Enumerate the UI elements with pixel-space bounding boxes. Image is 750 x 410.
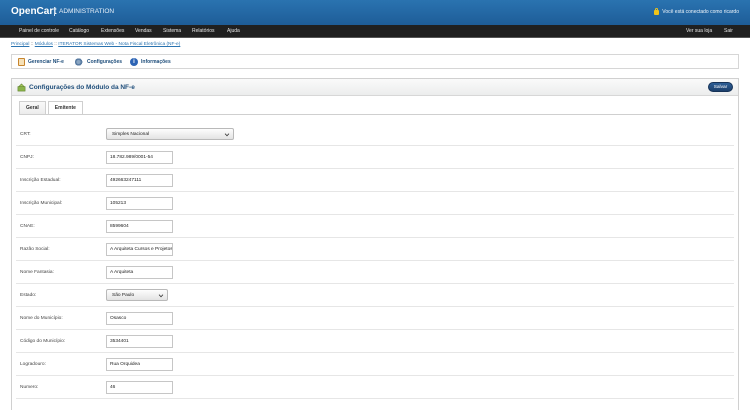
- info-icon: i: [130, 58, 138, 66]
- breadcrumb: Principal :: Módulos :: ITERATOR Sistema…: [11, 42, 181, 47]
- breadcrumb-current[interactable]: ITERATOR Sistemas Web - Nota Fiscal Elet…: [58, 42, 180, 47]
- gear-icon: [75, 58, 84, 66]
- form-row-cnpj: CNPJ: 18.782.989/0001-54: [16, 146, 734, 169]
- settings-label: Configurações: [87, 59, 123, 65]
- number-label: Numero:: [20, 385, 39, 390]
- menu-item-dashboard[interactable]: Painel de controle: [19, 28, 59, 34]
- logged-in-text: Você está conectado como ricardo: [662, 9, 739, 15]
- street-input[interactable]: Rua Orquidea: [106, 358, 173, 371]
- save-button[interactable]: Salvar: [708, 82, 733, 92]
- state-select[interactable]: São Paulo: [106, 289, 168, 301]
- cnae-input[interactable]: 8599604: [106, 220, 173, 233]
- trade-name-input[interactable]: A Arquiteta: [106, 266, 173, 279]
- brand-subtitle: ADMINISTRATION: [59, 8, 115, 15]
- municipal-registration-input[interactable]: 105213: [106, 197, 173, 210]
- manage-nfe-label: Gerenciar NF-e: [28, 59, 64, 65]
- settings-panel: Configurações do Módulo da NF-e Salvar G…: [11, 78, 739, 410]
- state-select-value: São Paulo: [112, 293, 135, 298]
- tab-issuer[interactable]: Emitente: [47, 101, 83, 115]
- form-row-cnae: CNAE: 8599604: [16, 215, 734, 238]
- street-label: Logradouro:: [20, 362, 46, 367]
- brand-logo[interactable]: OpenCart: [11, 6, 57, 17]
- form-row-trade-name: Nome Fantasia: A Arquiteta: [16, 261, 734, 284]
- menu-item-reports[interactable]: Relatórios: [192, 28, 215, 34]
- cnpj-input[interactable]: 18.782.989/0001-54: [106, 151, 173, 164]
- document-icon: [18, 58, 25, 66]
- city-code-label: Código do Município:: [20, 339, 66, 344]
- company-name-input[interactable]: A Arquiteta Cursos e Projetos: [106, 243, 173, 256]
- crt-select-value: Simples Nacional: [112, 132, 150, 137]
- form-row-street: Logradouro: Rua Orquidea: [16, 353, 734, 376]
- cnae-label: CNAE:: [20, 224, 35, 229]
- state-registration-input[interactable]: 492663247111: [106, 174, 173, 187]
- form-row-crt: CRT: Simples Nacional: [16, 123, 734, 146]
- form-row-city-name: Nome do Município: Osasco: [16, 307, 734, 330]
- trade-name-label: Nome Fantasia:: [20, 270, 54, 275]
- info-link[interactable]: i Informações: [130, 58, 171, 66]
- form-row-city-code: Código do Município: 3534401: [16, 330, 734, 353]
- panel-header: Configurações do Módulo da NF-e Salvar: [12, 79, 738, 96]
- state-registration-label: Inscrição Estadual:: [20, 178, 61, 183]
- brand-separator: [54, 7, 55, 16]
- number-input[interactable]: 46: [106, 381, 173, 394]
- breadcrumb-home[interactable]: Principal: [11, 42, 29, 47]
- info-label: Informações: [141, 59, 171, 65]
- issuer-form: CRT: Simples Nacional CNPJ: 18.782.989/0…: [12, 123, 738, 399]
- crt-label: CRT:: [20, 132, 31, 137]
- cnpj-label: CNPJ:: [20, 155, 34, 160]
- panel-title: Configurações do Módulo da NF-e: [29, 84, 135, 91]
- city-name-input[interactable]: Osasco: [106, 312, 173, 325]
- crt-select[interactable]: Simples Nacional: [106, 128, 234, 140]
- menu-item-view-store[interactable]: Ver sua loja: [686, 28, 712, 34]
- tab-general[interactable]: Geral: [19, 101, 46, 114]
- module-toolbar: Gerenciar NF-e Configurações i Informaçõ…: [11, 54, 739, 69]
- city-name-label: Nome do Município:: [20, 316, 63, 321]
- form-row-municipal-registration: Inscrição Municipal: 105213: [16, 192, 734, 215]
- form-row-number: Numero: 46: [16, 376, 734, 399]
- menu-item-sales[interactable]: Vendas: [135, 28, 152, 34]
- form-row-company-name: Razão Social: A Arquiteta Cursos e Proje…: [16, 238, 734, 261]
- menu-item-extensions[interactable]: Extensões: [101, 28, 124, 34]
- chevron-down-icon: [158, 292, 164, 298]
- main-menu: Painel de controle Catálogo Extensões Ve…: [0, 25, 750, 38]
- breadcrumb-modules[interactable]: Módulos: [35, 42, 53, 47]
- city-code-input[interactable]: 3534401: [106, 335, 173, 348]
- municipal-registration-label: Inscrição Municipal:: [20, 201, 63, 206]
- form-row-state: Estado: São Paulo: [16, 284, 734, 307]
- menu-item-system[interactable]: Sistema: [163, 28, 181, 34]
- lock-icon: [654, 7, 660, 15]
- logged-in-status: Você está conectado como ricardo: [654, 7, 739, 15]
- menu-item-logout[interactable]: Sair: [724, 28, 733, 34]
- tab-divider: [19, 114, 731, 115]
- company-name-label: Razão Social:: [20, 247, 50, 252]
- settings-link[interactable]: Configurações: [75, 58, 122, 66]
- module-icon: [17, 83, 26, 92]
- tab-bar: Geral Emitente: [19, 101, 85, 115]
- state-label: Estado:: [20, 293, 37, 298]
- manage-nfe-link[interactable]: Gerenciar NF-e: [18, 58, 64, 66]
- top-header: OpenCart ADMINISTRATION Você está conect…: [0, 0, 750, 25]
- menu-item-help[interactable]: Ajuda: [227, 28, 240, 34]
- menu-item-catalog[interactable]: Catálogo: [69, 28, 89, 34]
- chevron-down-icon: [224, 131, 230, 137]
- form-row-state-registration: Inscrição Estadual: 492663247111: [16, 169, 734, 192]
